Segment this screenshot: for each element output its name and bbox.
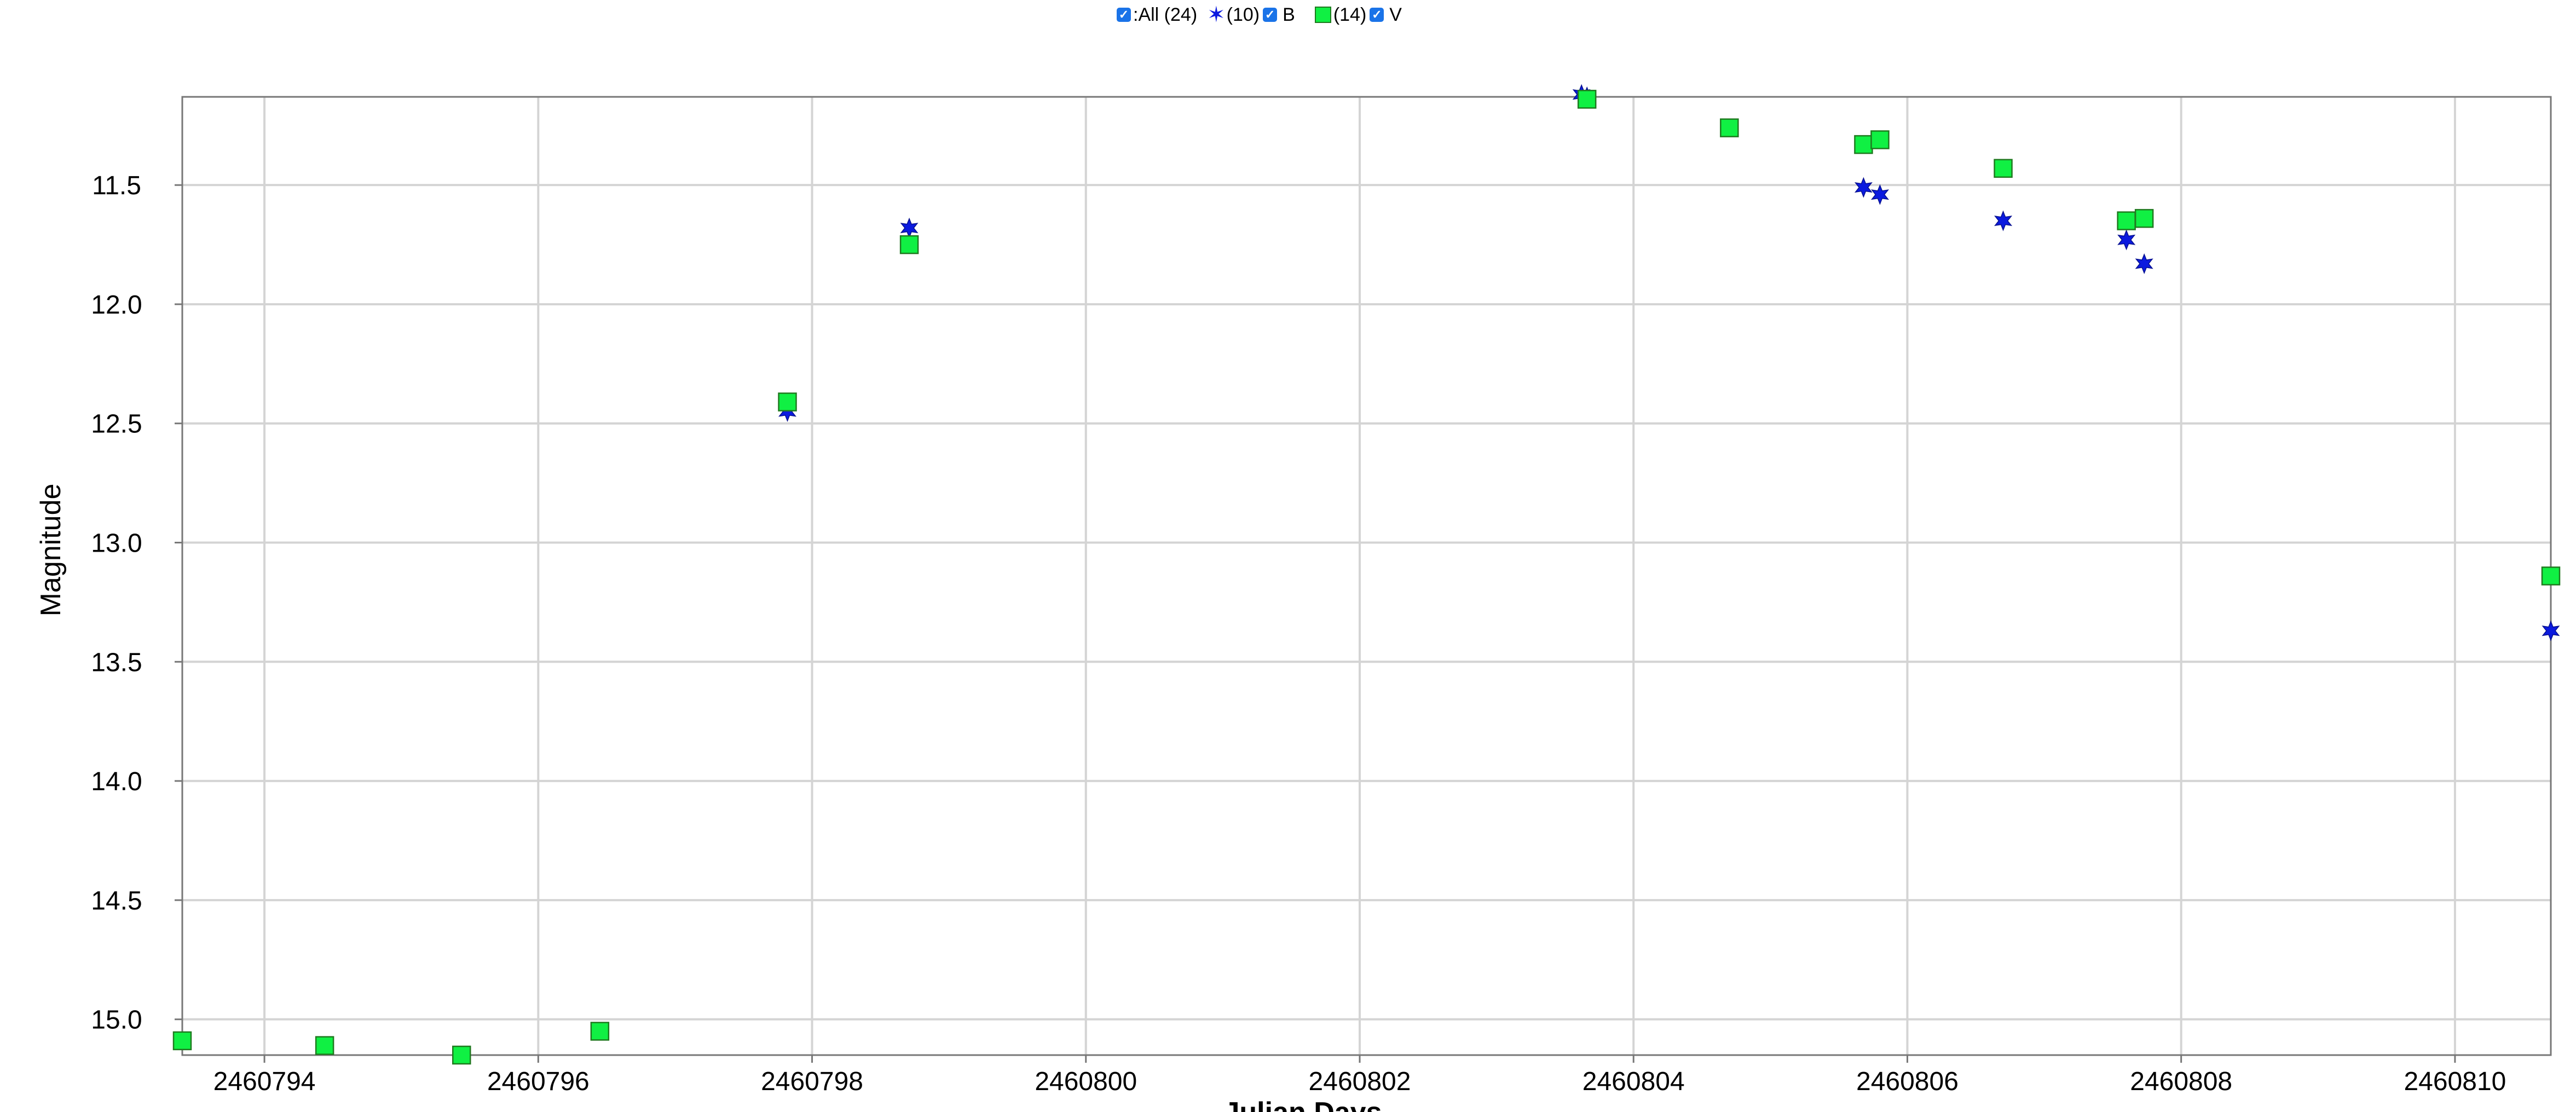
y-tick-label: 13.0 — [91, 529, 142, 558]
v-square-point — [590, 1022, 610, 1041]
v-square-point — [452, 1045, 471, 1065]
light-curve-chart: 2460794 2460796 2460798 2460800 2460802 24608… — [35, 84, 2561, 1112]
y-tick-label: 13.5 — [91, 648, 142, 677]
v-square-point — [899, 235, 919, 254]
v-square-point — [1854, 135, 1873, 154]
y-tick-label: 11.5 — [92, 171, 141, 200]
x-tick-label: 2460802 — [1309, 1067, 1411, 1096]
v-square-point — [2541, 566, 2561, 586]
y-tick-label: 14.5 — [91, 887, 142, 916]
y-tick-label: 12.5 — [91, 410, 142, 439]
b-star-point — [900, 217, 919, 239]
y-axis-label: Magnitude — [35, 484, 67, 617]
ticks: 2460794 2460796 2460798 2460800 2460802 24608… — [91, 171, 2506, 1096]
v-square-point — [1870, 130, 1890, 149]
v-square-point — [2117, 211, 2136, 230]
v-square-point — [1994, 159, 2013, 178]
b-star-point — [1854, 177, 1873, 198]
y-tick-label: 12.0 — [91, 291, 142, 320]
v-square-point — [1577, 90, 1597, 109]
y-tick-label: 14.0 — [91, 767, 142, 796]
x-axis-label: Julian Days — [1223, 1097, 1382, 1112]
x-tick-label: 2460804 — [1582, 1067, 1685, 1096]
grid — [182, 97, 2551, 1055]
v-square-point — [2134, 208, 2154, 228]
v-square-point — [172, 1031, 192, 1051]
b-star-point — [2135, 253, 2153, 274]
x-tick-label: 2460810 — [2404, 1067, 2506, 1096]
b-star-point — [1994, 210, 2013, 231]
x-tick-label: 2460800 — [1035, 1067, 1137, 1096]
x-tick-label: 2460794 — [213, 1067, 316, 1096]
b-star-point — [1870, 184, 1889, 205]
x-tick-label: 2460798 — [761, 1067, 863, 1096]
data-points — [172, 84, 2561, 1065]
x-tick-label: 2460796 — [487, 1067, 590, 1096]
x-tick-label: 2460806 — [1856, 1067, 1959, 1096]
b-star-point — [2542, 620, 2560, 641]
v-square-point — [778, 392, 797, 412]
x-tick-label: 2460808 — [2130, 1067, 2232, 1096]
y-tick-label: 15.0 — [91, 1006, 142, 1035]
v-square-point — [1720, 118, 1739, 137]
v-square-point — [315, 1036, 334, 1055]
b-star-point — [2117, 229, 2136, 251]
